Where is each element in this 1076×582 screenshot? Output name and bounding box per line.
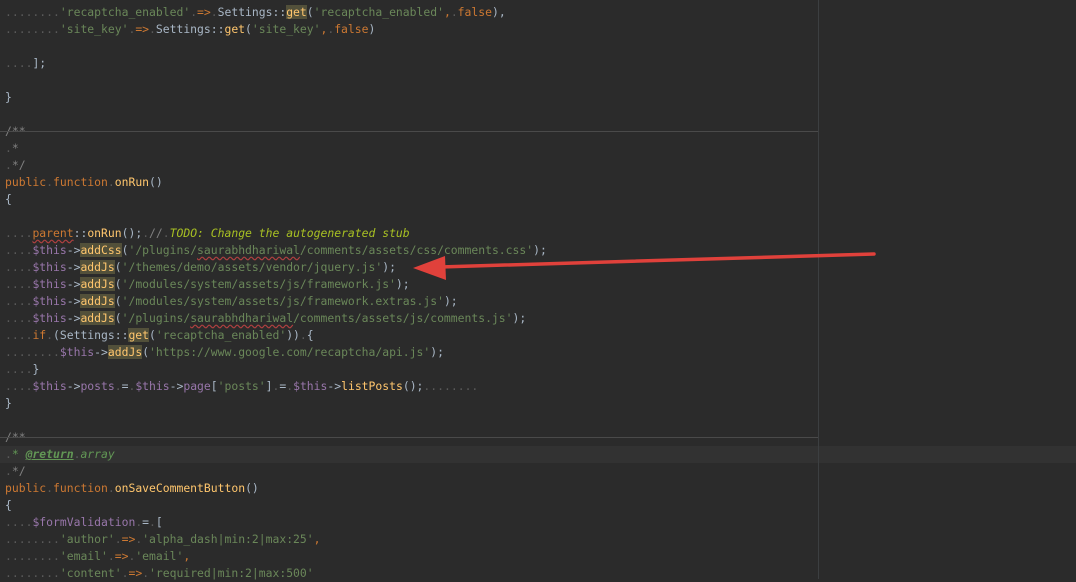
annotation-arrow-line [438, 252, 876, 269]
annotation-arrow [413, 252, 876, 280]
annotation-arrow-head [413, 256, 446, 280]
